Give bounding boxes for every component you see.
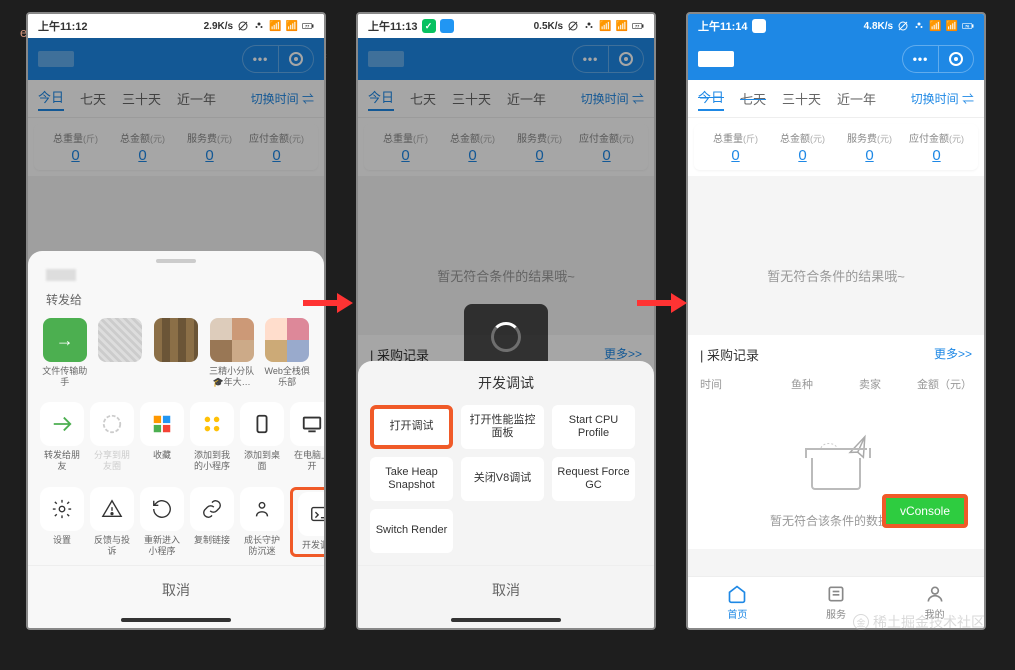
status-speed: 0.5K/s xyxy=(534,21,563,32)
more-link[interactable]: 更多>> xyxy=(934,345,972,364)
tab-thirty[interactable]: 三十天 xyxy=(782,89,821,108)
list-header: 时间 鱼种 卖家 金额（元） xyxy=(688,370,984,398)
action-dev-debug[interactable]: 开发调试 xyxy=(295,492,326,551)
btn-close-v8[interactable]: 关闭V8调试 xyxy=(461,457,544,501)
action-forward[interactable]: 转发给朋友 xyxy=(40,402,84,472)
debug-title: 开发调试 xyxy=(358,373,654,393)
app-header: ••• xyxy=(688,38,984,80)
switch-time[interactable]: 切换时间 ⇌ xyxy=(911,90,974,107)
status-bar: 上午11:13✓ 0.5K/s 📶📶 77 xyxy=(358,14,654,38)
phone-3: 上午11:14 4.8K/s 📶📶 76 ••• 今日 七天 三十天 近一年 切… xyxy=(686,12,986,630)
tab-seven[interactable]: 七天 xyxy=(740,89,766,108)
action-feedback[interactable]: 反馈与投诉 xyxy=(90,487,134,557)
app-icon xyxy=(752,19,766,33)
share-team[interactable]: 三精小分队🎓年大… xyxy=(207,318,257,388)
status-bar: 上午11:14 4.8K/s 📶📶 76 xyxy=(688,14,984,38)
home-indicator xyxy=(121,618,231,622)
svg-text:76: 76 xyxy=(965,25,969,29)
phone-1: 上午11:12 2.9K/s 📶 📶 77 ••• 今日 七天 三十天 近一年 … xyxy=(26,12,326,630)
arrow-1 xyxy=(303,293,363,313)
btn-force-gc[interactable]: Request Force GC xyxy=(552,457,635,501)
action-restart[interactable]: 重新进入小程序 xyxy=(140,487,184,557)
action-add-mini[interactable]: 添加到我的小程序 xyxy=(190,402,234,472)
status-bar: 上午11:12 2.9K/s 📶 📶 77 xyxy=(28,14,324,38)
btn-open-debug[interactable]: 打开调试 xyxy=(370,405,453,449)
status-time: 上午11:12 xyxy=(38,18,88,34)
action-copy-link[interactable]: 复制链接 xyxy=(190,487,234,557)
capsule-close[interactable] xyxy=(938,45,974,73)
btn-cpu-profile[interactable]: Start CPU Profile xyxy=(552,405,635,449)
action-favorite[interactable]: 收藏 xyxy=(140,402,184,472)
app-title xyxy=(698,51,734,67)
action-settings[interactable]: 设置 xyxy=(40,487,84,557)
wechat-icon: ✓ xyxy=(422,19,436,33)
action-sheet: 转发给 →文件传输助手 三精小分队🎓年大… Web全栈俱乐部 转发给朋友 分享到… xyxy=(28,251,324,628)
empty-text: 暂无符合条件的结果哦~ xyxy=(688,176,984,325)
sheet-cancel[interactable]: 取消 xyxy=(28,565,324,614)
share-label: 转发给 xyxy=(28,287,324,312)
sheet-handle[interactable] xyxy=(156,259,196,263)
capsule-menu[interactable]: ••• xyxy=(902,45,938,73)
inbox-icon xyxy=(806,458,866,498)
share-contact[interactable] xyxy=(151,318,201,388)
status-speed: 4.8K/s xyxy=(864,21,893,32)
btn-switch-render[interactable]: Switch Render xyxy=(370,509,453,553)
btn-heap-snapshot[interactable]: Take Heap Snapshot xyxy=(370,457,453,501)
action-open-pc[interactable]: 在电脑上开 xyxy=(290,402,326,472)
arrow-2 xyxy=(637,293,697,313)
share-file-helper[interactable]: →文件传输助手 xyxy=(40,318,90,388)
action-guardian[interactable]: 成长守护防沉迷 xyxy=(240,487,284,557)
action-add-desktop[interactable]: 添加到桌面 xyxy=(240,402,284,472)
watermark-logo-icon: 金 xyxy=(853,614,869,630)
app-icon xyxy=(440,19,454,33)
debug-sheet: 开发调试 打开调试 打开性能监控面板 Start CPU Profile Tak… xyxy=(358,361,654,628)
svg-text:77: 77 xyxy=(305,25,309,29)
tab-today[interactable]: 今日 xyxy=(698,87,724,111)
nav-home[interactable]: 首页 xyxy=(688,577,787,628)
debug-cancel[interactable]: 取消 xyxy=(358,565,654,614)
svg-text:77: 77 xyxy=(635,25,639,29)
watermark: 金 稀土掘金技术社区 xyxy=(853,612,985,632)
share-club[interactable]: Web全栈俱乐部 xyxy=(262,318,312,388)
share-contact[interactable] xyxy=(96,318,146,388)
section-title: | 采购记录 xyxy=(700,345,759,364)
tab-year[interactable]: 近一年 xyxy=(837,89,876,108)
status-time: 上午11:14 xyxy=(698,18,748,34)
status-speed: 2.9K/s xyxy=(204,21,233,32)
vconsole-button[interactable]: vConsole xyxy=(882,494,968,528)
phone-2: 上午11:13✓ 0.5K/s 📶📶 77 ••• 今日 七天 三十天 近一年 … xyxy=(356,12,656,630)
spinner-icon xyxy=(491,322,521,352)
action-moments[interactable]: 分享到朋友圈 xyxy=(90,402,134,472)
home-indicator xyxy=(451,618,561,622)
btn-perf-panel[interactable]: 打开性能监控面板 xyxy=(461,405,544,449)
status-time: 上午11:13 xyxy=(368,18,418,34)
